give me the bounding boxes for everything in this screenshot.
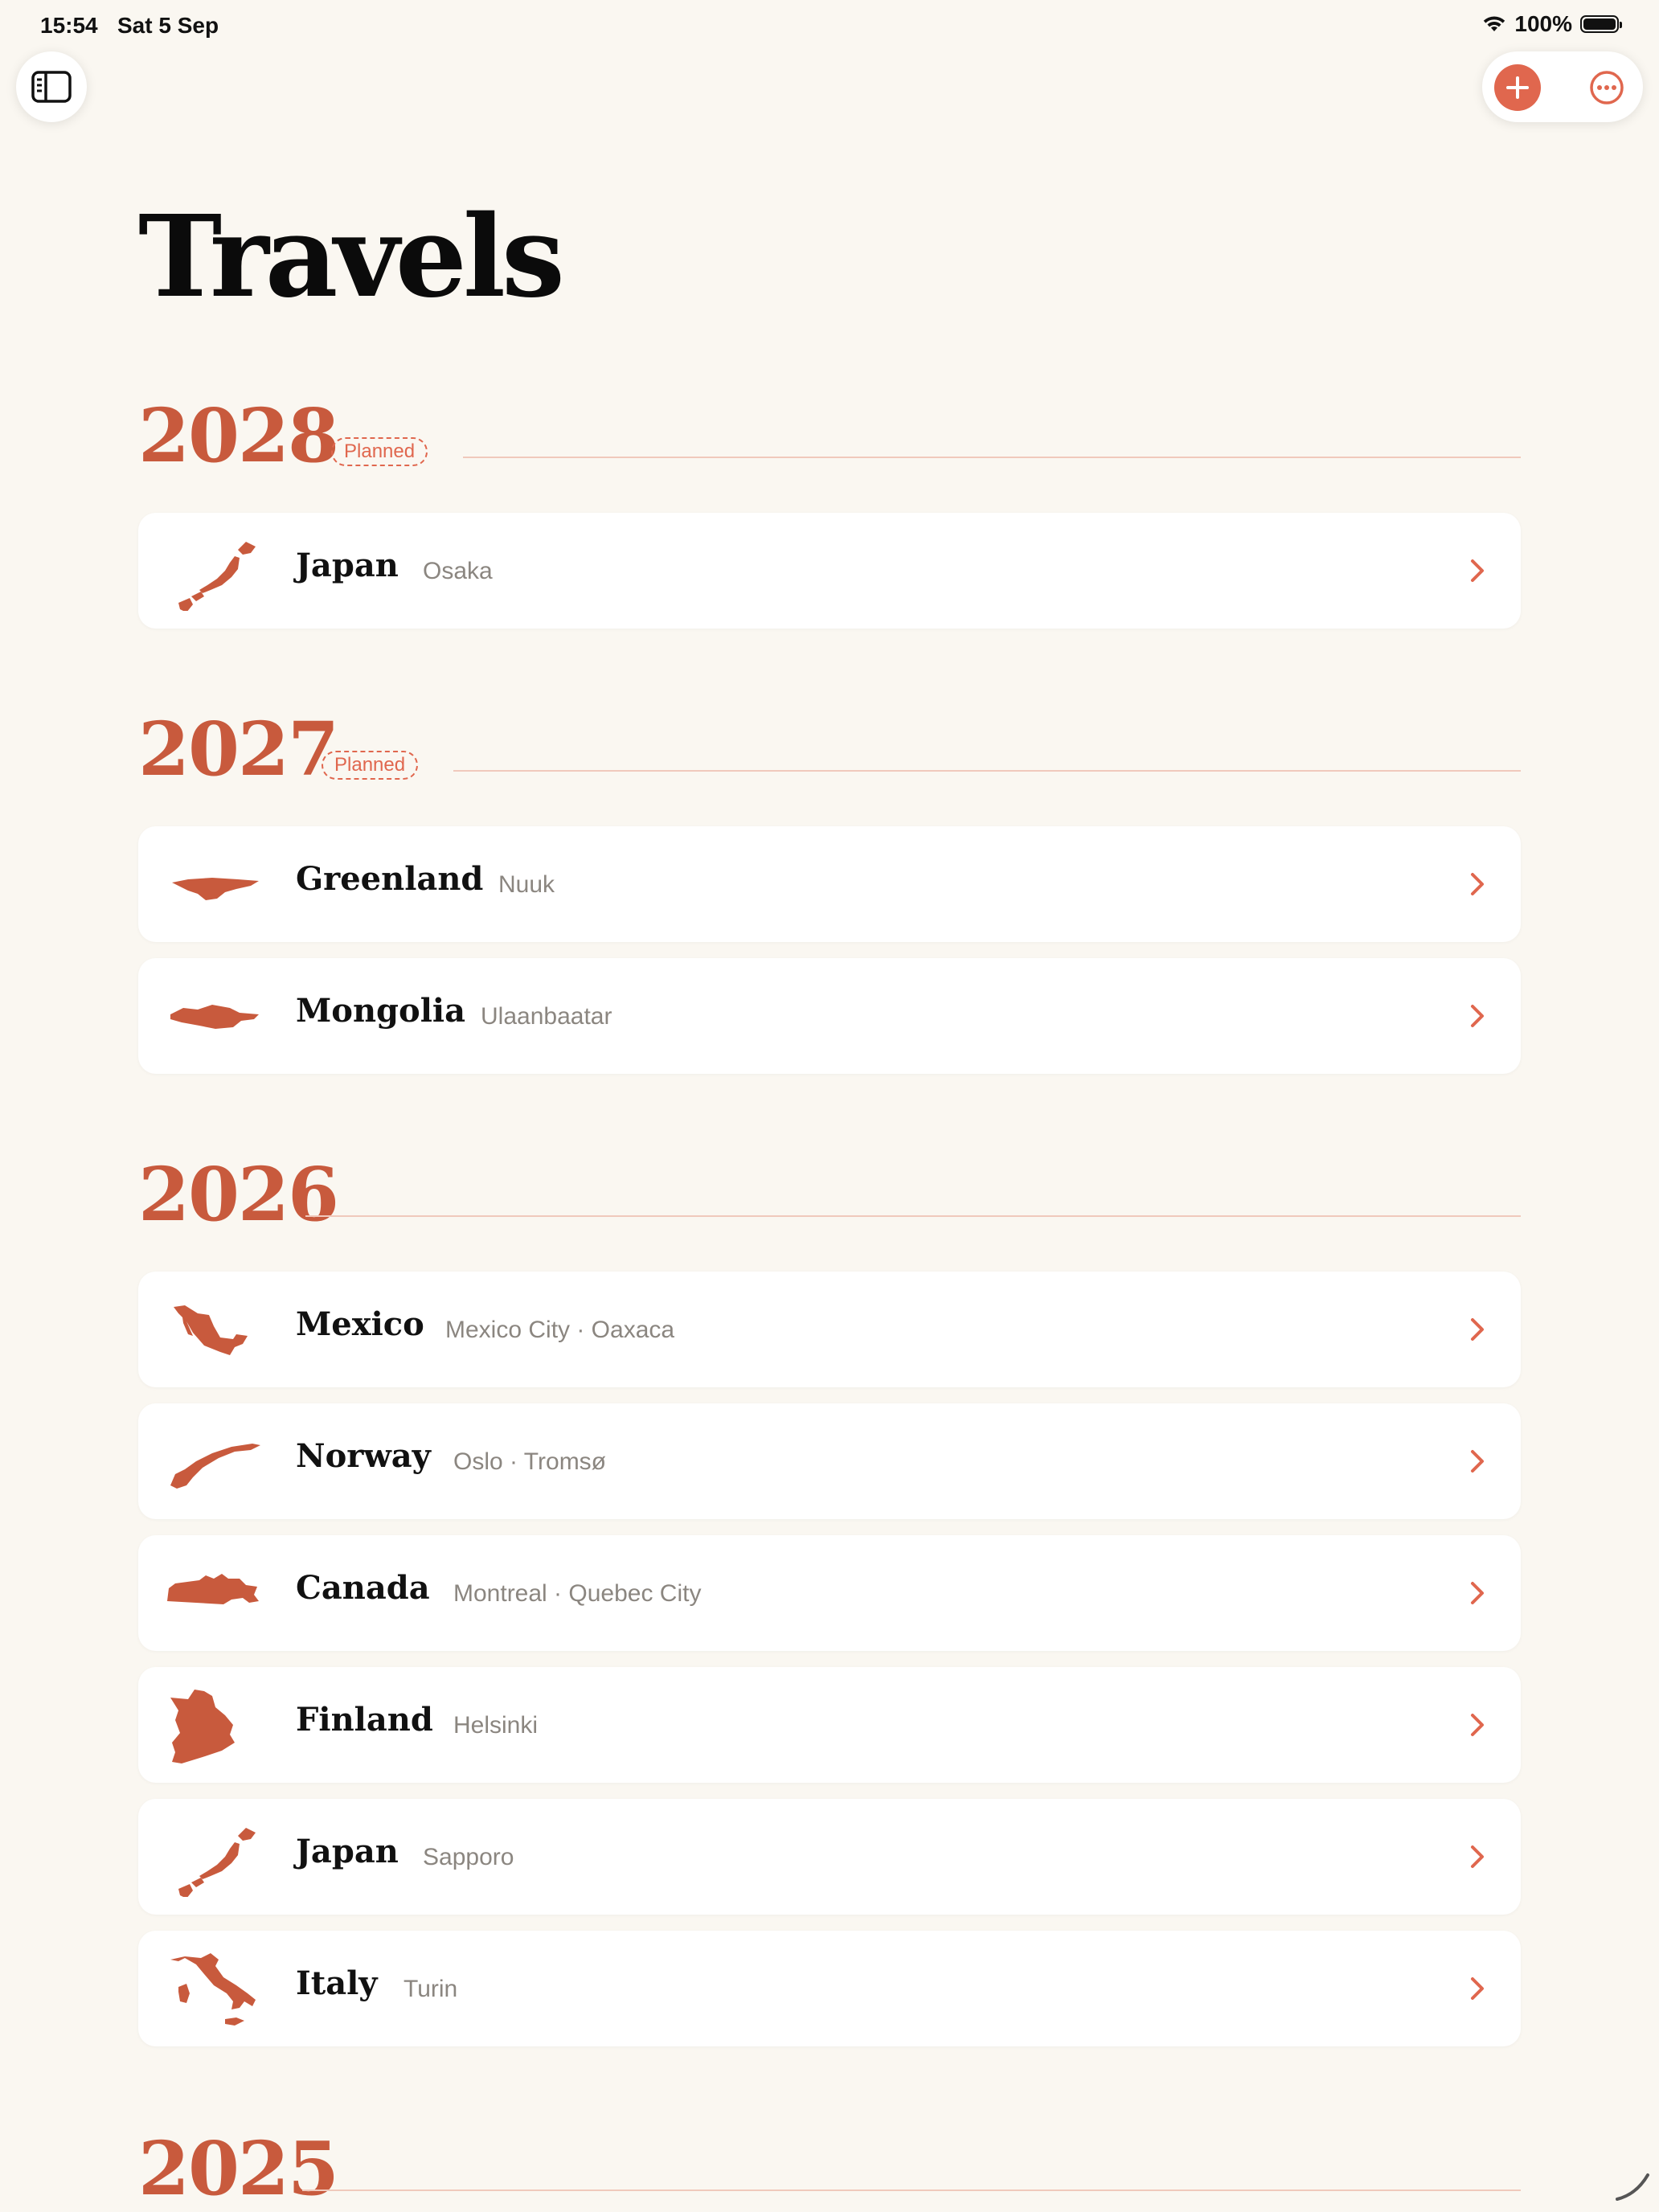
chevron-right-icon	[1471, 559, 1484, 582]
sidebar-toggle-button[interactable]	[16, 51, 87, 122]
wifi-icon	[1484, 16, 1505, 31]
status-bar: 15:54 Sat 5 Sep 100%	[0, 0, 1659, 51]
canada-map-icon	[167, 1574, 259, 1604]
cities-list: Helsinki	[453, 1712, 539, 1739]
scroll-indicator[interactable]	[1612, 2170, 1653, 2202]
ellipsis-icon	[1590, 71, 1624, 104]
sidebar-icon	[31, 71, 72, 103]
year-label: 2026	[138, 1151, 339, 1238]
cities-list: Turin	[403, 1976, 458, 2002]
finland-map-icon	[170, 1690, 235, 1763]
page-title: Travels	[138, 191, 565, 323]
trip-row[interactable]: Canada Montreal · Quebec City	[138, 1535, 1521, 1651]
country-name: Finland	[296, 1701, 433, 1739]
trip-row[interactable]: Finland Helsinki	[138, 1667, 1521, 1783]
country-name: Norway	[296, 1437, 431, 1475]
year-label: 2027	[138, 706, 339, 793]
mongolia-map-icon	[170, 1005, 259, 1029]
chevron-right-icon	[1471, 1450, 1484, 1473]
status-date: Sat 5 Sep	[117, 13, 219, 38]
add-trip-button[interactable]	[1494, 64, 1541, 111]
plus-icon	[1506, 76, 1529, 99]
chevron-right-icon	[1471, 1318, 1484, 1341]
year-divider	[453, 770, 1521, 772]
year-header-2027: 2027 Planned	[138, 698, 1521, 786]
cities-list: Oslo · Tromsø	[453, 1448, 607, 1475]
year-divider	[305, 1215, 1521, 1217]
toolbar-actions	[1482, 51, 1643, 122]
greenland-map-icon	[172, 878, 259, 900]
country-name: Mexico	[296, 1305, 424, 1343]
country-name: Japan	[296, 547, 399, 584]
japan-map-icon	[178, 542, 256, 611]
year-divider	[302, 2189, 1521, 2191]
trip-row[interactable]: Japan Osaka	[138, 513, 1521, 629]
trip-row[interactable]: Italy Turin	[138, 1931, 1521, 2046]
year-divider	[463, 457, 1521, 458]
trip-row[interactable]: Mexico Mexico City · Oaxaca	[138, 1272, 1521, 1387]
chevron-right-icon	[1471, 873, 1484, 895]
year-label: 2028	[138, 392, 339, 479]
planned-badge: Planned	[322, 751, 419, 780]
country-name: Mongolia	[296, 992, 465, 1030]
trip-row[interactable]: Norway Oslo · Tromsø	[138, 1403, 1521, 1519]
trip-row[interactable]: Greenland Nuuk	[138, 826, 1521, 942]
chevron-right-icon	[1471, 1582, 1484, 1604]
year-header-2025: 2025	[138, 2117, 1521, 2206]
chevron-right-icon	[1471, 1845, 1484, 1868]
country-name: Japan	[296, 1833, 399, 1870]
chevron-right-icon	[1471, 1714, 1484, 1736]
country-name: Canada	[296, 1569, 430, 1607]
japan-map-icon	[178, 1828, 256, 1897]
chevron-right-icon	[1471, 1977, 1484, 2000]
status-time: 15:54	[40, 13, 98, 38]
cities-list: Montreal · Quebec City	[453, 1580, 702, 1607]
battery-icon	[1580, 15, 1622, 33]
year-label: 2025	[138, 2125, 339, 2212]
more-options-button[interactable]	[1583, 64, 1630, 111]
planned-badge: Planned	[331, 437, 428, 466]
year-header-2028: 2028 Planned	[138, 384, 1521, 473]
cities-list: Mexico City · Oaxaca	[445, 1317, 675, 1343]
year-header-2026: 2026	[138, 1143, 1521, 1231]
mexico-map-icon	[174, 1305, 248, 1355]
battery-percent: 100%	[1514, 11, 1572, 36]
cities-list: Osaka	[423, 558, 493, 584]
country-name: Italy	[296, 1964, 378, 2002]
trip-row[interactable]: Japan Sapporo	[138, 1799, 1521, 1915]
cities-list: Sapporo	[423, 1844, 514, 1870]
cities-list: Nuuk	[498, 871, 555, 898]
status-right: 100%	[1482, 11, 1622, 37]
trip-row[interactable]: Mongolia Ulaanbaatar	[138, 958, 1521, 1074]
cities-list: Ulaanbaatar	[481, 1003, 612, 1030]
norway-map-icon	[170, 1444, 260, 1489]
country-name: Greenland	[296, 860, 484, 898]
italy-map-icon	[170, 1953, 256, 2026]
chevron-right-icon	[1471, 1005, 1484, 1027]
